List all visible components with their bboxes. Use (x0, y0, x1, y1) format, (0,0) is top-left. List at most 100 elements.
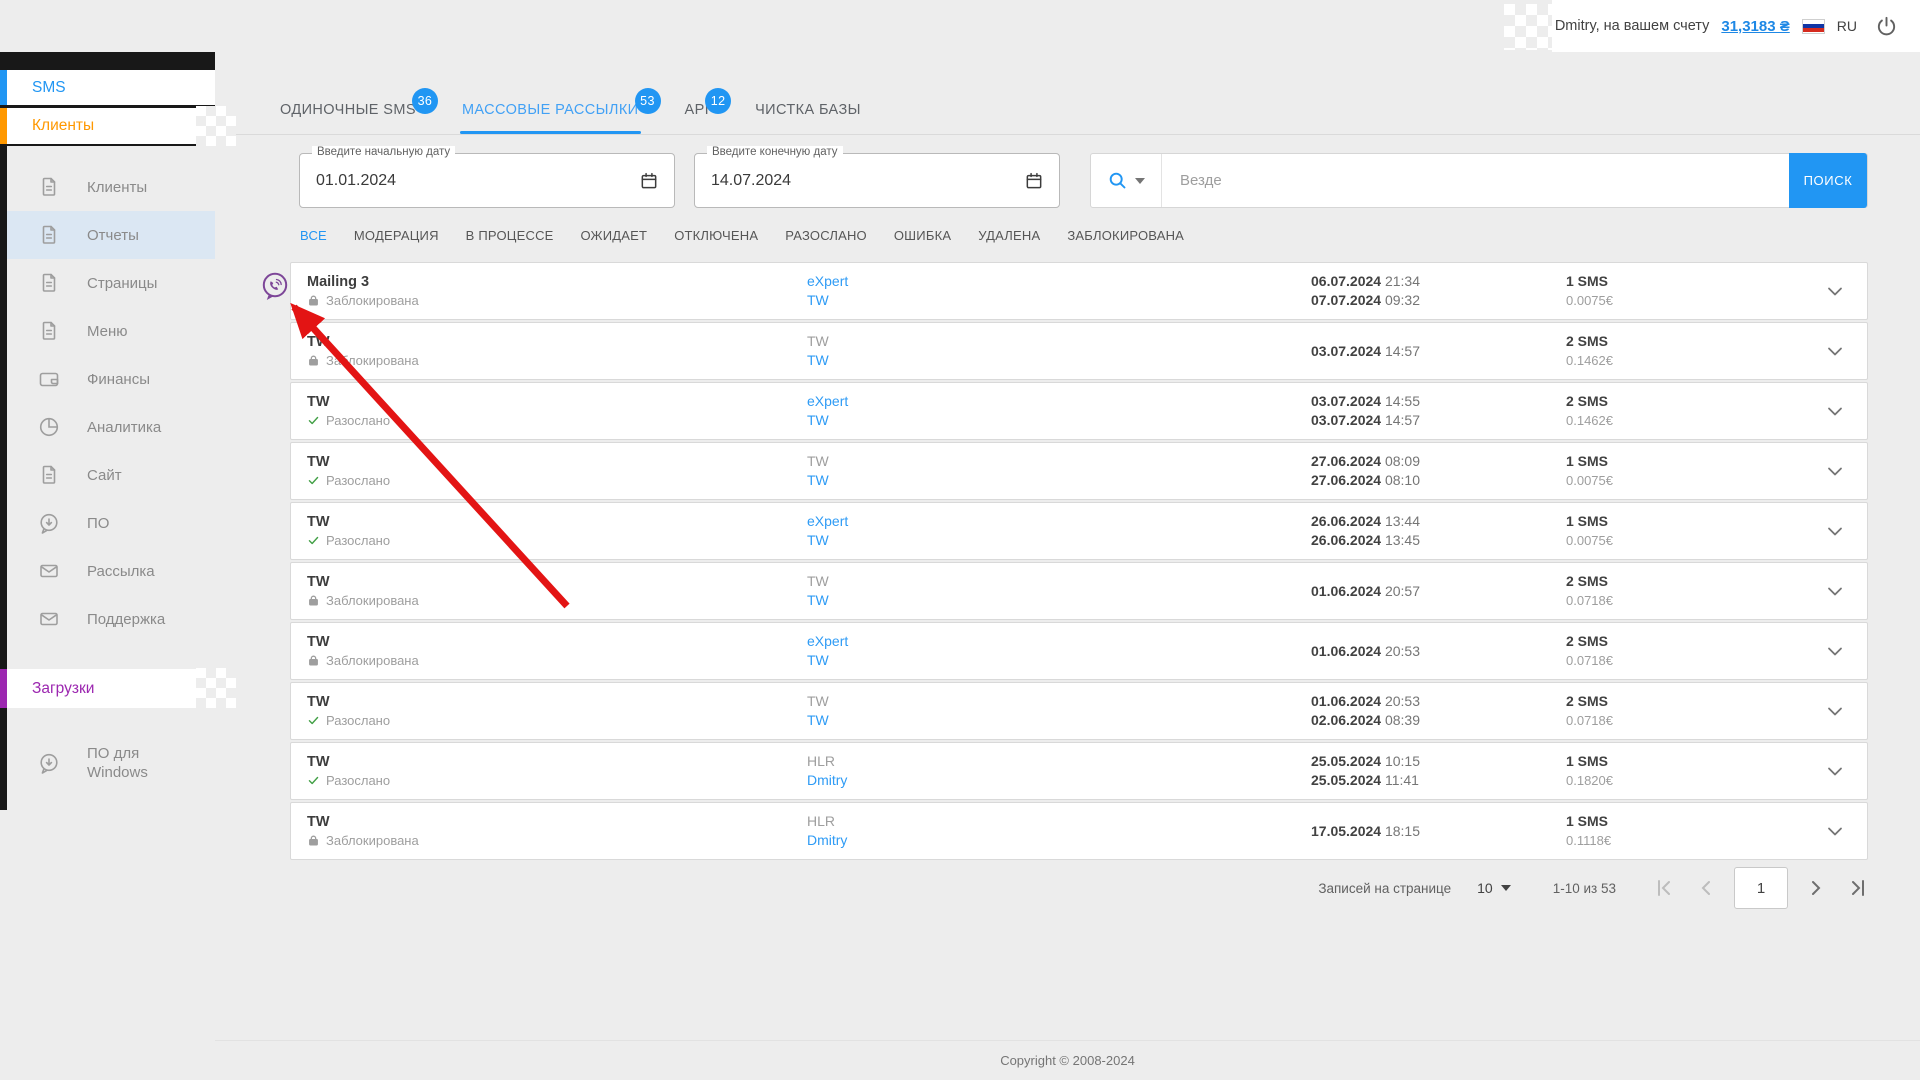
chevron-down-icon[interactable] (1823, 699, 1847, 723)
status-filter-deleted[interactable]: УДАЛЕНА (978, 228, 1040, 243)
mailing-sender-link[interactable]: TW (807, 411, 1311, 430)
next-page-icon[interactable] (1806, 878, 1826, 898)
chevron-down-icon[interactable] (1823, 579, 1847, 603)
date-to-field[interactable]: Введите конечную дату 14.07.2024 (694, 153, 1060, 208)
search-scope-dropdown[interactable] (1091, 154, 1162, 207)
date-from-value[interactable]: 01.01.2024 (300, 172, 639, 190)
status-filter-sent[interactable]: РАЗОСЛАНО (785, 228, 867, 243)
status-label: Разослано (326, 473, 390, 488)
previous-page-icon[interactable] (1696, 878, 1716, 898)
chevron-down-icon[interactable] (1823, 399, 1847, 423)
first-page-icon[interactable] (1654, 878, 1674, 898)
date-to-value[interactable]: 14.07.2024 (695, 172, 1024, 190)
sms-count: 2 SMS (1566, 692, 1613, 711)
tab-badge: 53 (635, 88, 661, 114)
mailing-channel: TW (807, 332, 1311, 351)
per-page-select[interactable]: 10 (1477, 880, 1511, 896)
calendar-icon[interactable] (639, 171, 659, 191)
mailing-sender-link[interactable]: Dmitry (807, 831, 1311, 850)
sidebar-section-downloads[interactable]: Загрузки (7, 669, 215, 708)
chevron-down-icon[interactable] (1823, 459, 1847, 483)
mailing-datetime: 03.07.2024 14:55 (1311, 392, 1566, 411)
sms-count: 1 SMS (1566, 812, 1611, 831)
mailing-channel[interactable]: eXpert (807, 512, 1311, 531)
mailing-sender-link[interactable]: TW (807, 291, 1311, 310)
mailing-channel[interactable]: eXpert (807, 632, 1311, 651)
balance-link[interactable]: 31,3183 ₴ (1721, 18, 1789, 35)
sidebar-section-clients[interactable]: Клиенты (7, 108, 215, 144)
lock-icon (307, 294, 320, 307)
sidebar-item-support[interactable]: Поддержка (7, 595, 215, 643)
chevron-down-icon[interactable] (1823, 639, 1847, 663)
sidebar-item-pages[interactable]: Страницы (7, 259, 215, 307)
per-page-label: Записей на странице (1318, 881, 1451, 896)
tab-base-cleaning[interactable]: ЧИСТКА БАЗЫ (755, 102, 861, 134)
current-page-input[interactable]: 1 (1734, 867, 1788, 909)
sidebar-item-analytics[interactable]: Аналитика (7, 403, 215, 451)
status-filter-error[interactable]: ОШИБКА (894, 228, 951, 243)
table-row[interactable]: TW Заблокирована TW TW 01.06.2024 20:57 … (290, 562, 1868, 620)
mailing-sender-link[interactable]: Dmitry (807, 771, 1311, 790)
date-from-field[interactable]: Введите начальную дату 01.01.2024 (299, 153, 675, 208)
sms-count: 1 SMS (1566, 452, 1613, 471)
sms-price: 0.1820€ (1566, 771, 1613, 790)
sidebar-item-reports[interactable]: Отчеты (7, 211, 215, 259)
sidebar-item-menu[interactable]: Меню (7, 307, 215, 355)
lock-icon (307, 354, 320, 367)
sidebar-section-label: Загрузки (32, 680, 94, 698)
table-row[interactable]: TW Разослано HLR Dmitry 25.05.2024 10:15… (290, 742, 1868, 800)
table-row[interactable]: TW Заблокирована HLR Dmitry 17.05.2024 1… (290, 802, 1868, 860)
tab-api[interactable]: API 12 (685, 102, 710, 134)
check-icon (307, 534, 320, 547)
chevron-down-icon[interactable] (1823, 279, 1847, 303)
sms-price: 0.0718€ (1566, 591, 1613, 610)
table-row[interactable]: TW Заблокирована TW TW 03.07.2024 14:57 … (290, 322, 1868, 380)
last-page-icon[interactable] (1848, 878, 1868, 898)
mailing-sender-link[interactable]: TW (807, 711, 1311, 730)
status-filter-blocked[interactable]: ЗАБЛОКИРОВАНА (1067, 228, 1184, 243)
tab-bulk-mailings[interactable]: МАССОВЫЕ РАССЫЛКИ 53 (462, 102, 639, 134)
chevron-down-icon[interactable] (1823, 819, 1847, 843)
mailing-channel[interactable]: eXpert (807, 272, 1311, 291)
mailing-sender-link[interactable]: TW (807, 651, 1311, 670)
language-selector[interactable]: RU (1837, 18, 1857, 34)
sidebar-item-software[interactable]: ПО (7, 499, 215, 547)
status-filter-all[interactable]: ВСЕ (300, 228, 327, 243)
viber-icon[interactable] (260, 271, 290, 301)
table-row[interactable]: TW Разослано TW TW 27.06.2024 08:0927.06… (290, 442, 1868, 500)
sidebar-section-sms[interactable]: SMS (7, 70, 215, 105)
mailing-sender-link[interactable]: TW (807, 591, 1311, 610)
chevron-down-icon[interactable] (1823, 339, 1847, 363)
mailing-sender-link[interactable]: TW (807, 471, 1311, 490)
sidebar-item-site[interactable]: Сайт (7, 451, 215, 499)
table-row[interactable]: TW Разослано TW TW 01.06.2024 20:5302.06… (290, 682, 1868, 740)
mailing-dates: 06.07.2024 21:3407.07.2024 09:32 (1311, 272, 1566, 310)
status-filter-disabled[interactable]: ОТКЛЮЧЕНА (674, 228, 758, 243)
lock-icon (307, 834, 320, 847)
sidebar-item-clients[interactable]: Клиенты (7, 163, 215, 211)
mailing-datetime: 03.07.2024 14:57 (1311, 411, 1566, 430)
tab-single-sms[interactable]: ОДИНОЧНЫЕ SMS 36 (280, 102, 416, 134)
table-row[interactable]: TW Заблокирована eXpert TW 01.06.2024 20… (290, 622, 1868, 680)
sidebar-item-software-windows[interactable]: ПО для Windows (7, 734, 215, 792)
status-filter-in-progress[interactable]: В ПРОЦЕССЕ (466, 228, 554, 243)
mailing-channel[interactable]: eXpert (807, 392, 1311, 411)
chevron-down-icon[interactable] (1823, 519, 1847, 543)
mailing-sender-link[interactable]: TW (807, 351, 1311, 370)
mailing-sender-link[interactable]: TW (807, 531, 1311, 550)
sidebar-item-mailing[interactable]: Рассылка (7, 547, 215, 595)
mailing-dates: 03.07.2024 14:5503.07.2024 14:57 (1311, 392, 1566, 430)
date-to-label: Введите конечную дату (707, 146, 843, 158)
search-button[interactable]: ПОИСК (1789, 153, 1867, 208)
status-filter-waiting[interactable]: ОЖИДАЕТ (581, 228, 648, 243)
calendar-icon[interactable] (1024, 171, 1044, 191)
logout-power-icon[interactable] (1875, 15, 1898, 38)
table-row[interactable]: TW Разослано eXpert TW 26.06.2024 13:442… (290, 502, 1868, 560)
chevron-down-icon[interactable] (1823, 759, 1847, 783)
search-bar: ПОИСК (1090, 153, 1868, 208)
table-row[interactable]: TW Разослано eXpert TW 03.07.2024 14:550… (290, 382, 1868, 440)
status-filter-moderation[interactable]: МОДЕРАЦИЯ (354, 228, 439, 243)
search-input[interactable] (1162, 154, 1789, 207)
sidebar-item-finances[interactable]: Финансы (7, 355, 215, 403)
table-row[interactable]: Mailing 3 Заблокирована eXpert TW 06.07.… (290, 262, 1868, 320)
